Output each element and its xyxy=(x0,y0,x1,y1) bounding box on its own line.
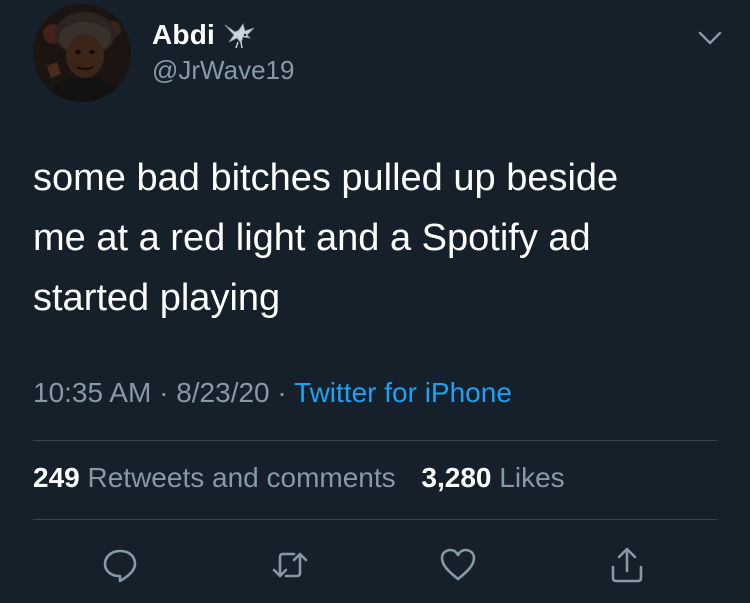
tweet-source-link[interactable]: Twitter for iPhone xyxy=(294,377,512,408)
likes-label: Likes xyxy=(499,462,565,493)
tweet-text: some bad bitches pulled up beside me at … xyxy=(33,157,619,319)
retweets-stat[interactable]: 249 Retweets and comments xyxy=(33,462,396,493)
author-name-row[interactable]: Abdi xyxy=(152,17,257,53)
like-icon[interactable] xyxy=(438,545,478,585)
retweets-label: Retweets and comments xyxy=(87,462,396,493)
divider xyxy=(33,440,717,441)
tweet-time: 10:35 AM xyxy=(33,377,152,408)
display-name[interactable]: Abdi xyxy=(152,19,215,51)
tweet-stats: 249 Retweets and comments 3,280 Likes xyxy=(33,462,565,494)
avatar[interactable] xyxy=(33,4,131,102)
meta-separator: · xyxy=(269,377,295,408)
reply-icon[interactable] xyxy=(100,545,140,585)
share-icon[interactable] xyxy=(607,545,647,585)
chevron-down-icon[interactable] xyxy=(696,23,724,51)
avatar-photo xyxy=(33,4,131,102)
likes-stat[interactable]: 3,280 Likes xyxy=(421,462,564,493)
eagle-icon xyxy=(223,20,257,50)
retweets-count: 249 xyxy=(33,462,80,493)
tweet-meta: 10:35 AM · 8/23/20 · Twitter for iPhone xyxy=(33,377,512,409)
meta-separator: · xyxy=(151,377,177,408)
tweet-date: 8/23/20 xyxy=(176,377,270,408)
user-handle[interactable]: @JrWave19 xyxy=(152,55,294,86)
likes-count: 3,280 xyxy=(421,462,492,493)
divider xyxy=(33,519,717,520)
action-bar xyxy=(0,545,750,585)
retweet-icon[interactable] xyxy=(270,545,310,585)
